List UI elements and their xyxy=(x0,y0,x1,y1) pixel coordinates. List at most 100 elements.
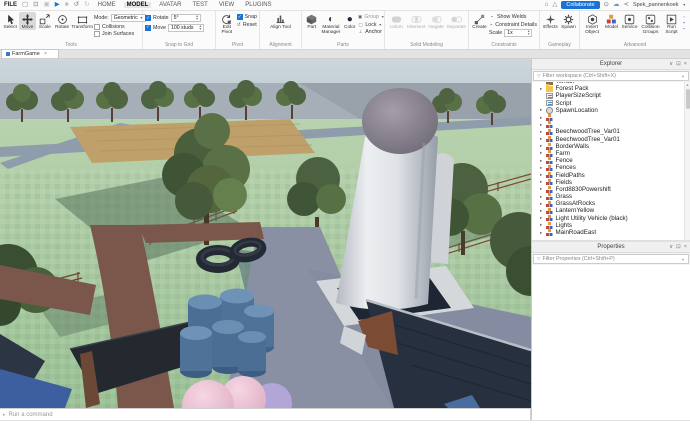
tab-test[interactable]: TEST xyxy=(190,2,211,8)
explorer-item[interactable]: ▸ BeechwoodTree_Var01 xyxy=(532,128,684,135)
explorer-filter-input[interactable]: ▽ Filter workspace (Ctrl+Shift+X) ▼ xyxy=(533,71,689,81)
collaborate-button[interactable]: Collaborate xyxy=(561,1,600,9)
explorer-item[interactable]: ▸ Fences xyxy=(532,164,684,171)
effects-button[interactable]: Effects xyxy=(542,12,559,30)
local-script-insert-icon[interactable]: ▪ xyxy=(681,20,687,25)
tab-home[interactable]: HOME xyxy=(95,2,119,8)
pivot-reset-button[interactable]: ↺ Reset xyxy=(237,22,257,28)
material-manager-button[interactable]: ◐ Material Manager xyxy=(320,12,341,36)
command-input[interactable]: Run a command xyxy=(9,412,53,418)
username-label[interactable]: Spek_pannenkoek xyxy=(633,2,679,8)
show-welds-toggle[interactable]: ⌁ Show Welds xyxy=(489,14,537,20)
model-button[interactable]: Model xyxy=(603,12,620,30)
lock-button[interactable]: ▢ Lock ▼ xyxy=(358,22,382,28)
open-file-icon[interactable]: ⊡ xyxy=(33,1,38,9)
stop-icon[interactable]: ■ xyxy=(65,1,69,9)
explorer-tree[interactable]: Terrain▸Forest PackPlayerSizeScriptScrip… xyxy=(532,82,690,240)
close-panel-icon[interactable]: × xyxy=(684,61,687,67)
explorer-item[interactable]: Script xyxy=(532,100,684,107)
properties-filter-input[interactable]: ▽ Filter Properties (Ctrl+Shift+P) ▼ xyxy=(533,254,689,264)
tab-plugins[interactable]: PLUGINS xyxy=(242,2,274,8)
redo-icon[interactable]: ↻ xyxy=(84,1,89,9)
pivot-snap-checkbox[interactable]: ✓ Snap xyxy=(236,14,257,20)
file-menu[interactable]: FILE xyxy=(4,2,17,8)
spinner-arrows-icon[interactable]: ▲ ▼ xyxy=(527,30,530,36)
explorer-item[interactable]: ▸ FieldPaths xyxy=(532,171,684,179)
undo-icon[interactable]: ↺ xyxy=(74,1,79,9)
close-panel-icon[interactable]: × xyxy=(684,244,687,250)
collision-groups-button[interactable]: Collision Groups xyxy=(639,12,662,35)
explorer-item[interactable]: ▸ GrassAtRocks xyxy=(532,200,684,207)
play-icon[interactable]: ▶ xyxy=(55,1,60,9)
snap-rotate-row[interactable]: ✓ Rotate 5° ▲ ▼ xyxy=(145,14,213,22)
explorer-item[interactable]: ▸ MainRoadEast xyxy=(532,229,684,236)
tab-model[interactable]: MODEL xyxy=(123,2,152,8)
scroll-up-icon[interactable]: ▲ xyxy=(685,82,690,88)
explorer-item[interactable]: ▸ Lights xyxy=(532,222,684,229)
document-tab-farmgame[interactable]: FarmGame × xyxy=(1,49,59,58)
collisions-checkbox[interactable]: Collisions xyxy=(94,23,140,30)
explorer-item[interactable]: ▸ BeechwoodTree_Var01 xyxy=(532,136,684,143)
explorer-item[interactable]: ▸ Light Utility Vehicle (black) xyxy=(532,215,684,222)
cloud-sync-icon[interactable]: ☁ xyxy=(613,1,620,9)
group-button[interactable]: ▣ Group ▼ xyxy=(358,14,384,20)
explorer-item[interactable]: ▸ Grass xyxy=(532,193,684,200)
save-icon[interactable]: ▣ xyxy=(44,1,50,9)
explorer-item[interactable]: ▸ Ford8830Powershift xyxy=(532,186,684,193)
anchor-button[interactable]: ⊥ Anchor xyxy=(358,29,382,35)
tab-view[interactable]: VIEW xyxy=(216,2,237,8)
explorer-item[interactable]: ▸ Farm xyxy=(532,150,684,157)
explorer-item[interactable]: ▸ SpawnLocation xyxy=(532,107,684,114)
explorer-item[interactable]: PlayerSizeScript xyxy=(532,92,684,99)
explorer-item[interactable]: ▸ Fields xyxy=(532,179,684,186)
explorer-item[interactable]: ▸ BorderWalls xyxy=(532,143,684,150)
scrollbar-thumb[interactable] xyxy=(686,89,690,109)
constraint-details-toggle[interactable]: ⌁ Constraint Details xyxy=(489,22,537,28)
scale-tool-button[interactable]: Scale xyxy=(37,12,53,30)
explorer-item[interactable]: ▸ xyxy=(532,121,684,128)
notifications-icon[interactable]: △ xyxy=(552,1,557,9)
snap-move-row[interactable]: ✓ Move 100 studs ▲ ▼ xyxy=(145,23,213,32)
share-icon[interactable]: ≺ xyxy=(624,1,629,9)
separate-button[interactable]: Separate xyxy=(447,12,466,30)
color-button[interactable]: ● Color xyxy=(342,12,357,31)
edit-pivot-button[interactable]: Edit Pivot xyxy=(218,12,236,35)
constraint-scale-row[interactable]: Scale 1x ▲ ▼ xyxy=(489,29,537,37)
spinner-arrows-icon[interactable]: ▲ ▼ xyxy=(199,24,202,31)
align-tool-button[interactable]: Align Tool xyxy=(269,12,293,30)
history-icon[interactable]: ⊙ xyxy=(604,1,609,9)
float-panel-icon[interactable]: ⊡ xyxy=(676,244,681,250)
home-icon[interactable]: ⌂ xyxy=(544,1,548,9)
command-bar[interactable]: ▸ Run a command xyxy=(0,408,531,420)
tab-avatar[interactable]: AVATAR xyxy=(156,2,184,8)
close-tab-icon[interactable]: × xyxy=(44,51,47,57)
union-button[interactable]: Union xyxy=(387,12,406,30)
insert-object-button[interactable]: Insert Object xyxy=(582,12,602,35)
viewport-3d[interactable] xyxy=(0,59,531,408)
join-surfaces-checkbox[interactable]: Join Surfaces xyxy=(94,31,140,37)
explorer-item[interactable]: ▸ Fence xyxy=(532,157,684,164)
collapse-panel-icon[interactable]: ∨ xyxy=(669,61,673,67)
rotate-tool-button[interactable]: Rotate xyxy=(54,12,70,30)
move-tool-button[interactable]: Move xyxy=(19,12,36,31)
user-menu-caret-icon[interactable]: ▼ xyxy=(683,3,686,7)
spawn-button[interactable]: Spawn xyxy=(560,12,577,30)
select-tool-button[interactable]: Select xyxy=(2,12,18,30)
script-insert-icon[interactable]: ▫ xyxy=(681,14,687,19)
explorer-item[interactable]: ▸ Forest Pack xyxy=(532,84,684,92)
negate-button[interactable]: Negate xyxy=(427,12,446,30)
collapse-panel-icon[interactable]: ∨ xyxy=(669,244,673,250)
explorer-item[interactable]: ▸ xyxy=(532,114,684,121)
new-file-icon[interactable]: ▢ xyxy=(22,1,28,9)
mode-dropdown[interactable]: Mode: Geometric ▼ xyxy=(94,14,147,22)
float-panel-icon[interactable]: ⊡ xyxy=(676,61,681,67)
run-script-button[interactable]: Run Script xyxy=(663,12,680,35)
create-constraint-button[interactable]: Create xyxy=(471,12,488,30)
transform-tool-button[interactable]: Transform xyxy=(71,12,93,30)
intersect-button[interactable]: Intersect xyxy=(407,12,426,30)
service-button[interactable]: Service xyxy=(621,12,638,30)
part-button[interactable]: Part xyxy=(304,12,319,30)
spinner-arrows-icon[interactable]: ▲ ▼ xyxy=(195,15,198,21)
module-script-insert-icon[interactable]: ▪ xyxy=(681,26,687,31)
explorer-item[interactable]: ▸ LanternYellow xyxy=(532,207,684,214)
